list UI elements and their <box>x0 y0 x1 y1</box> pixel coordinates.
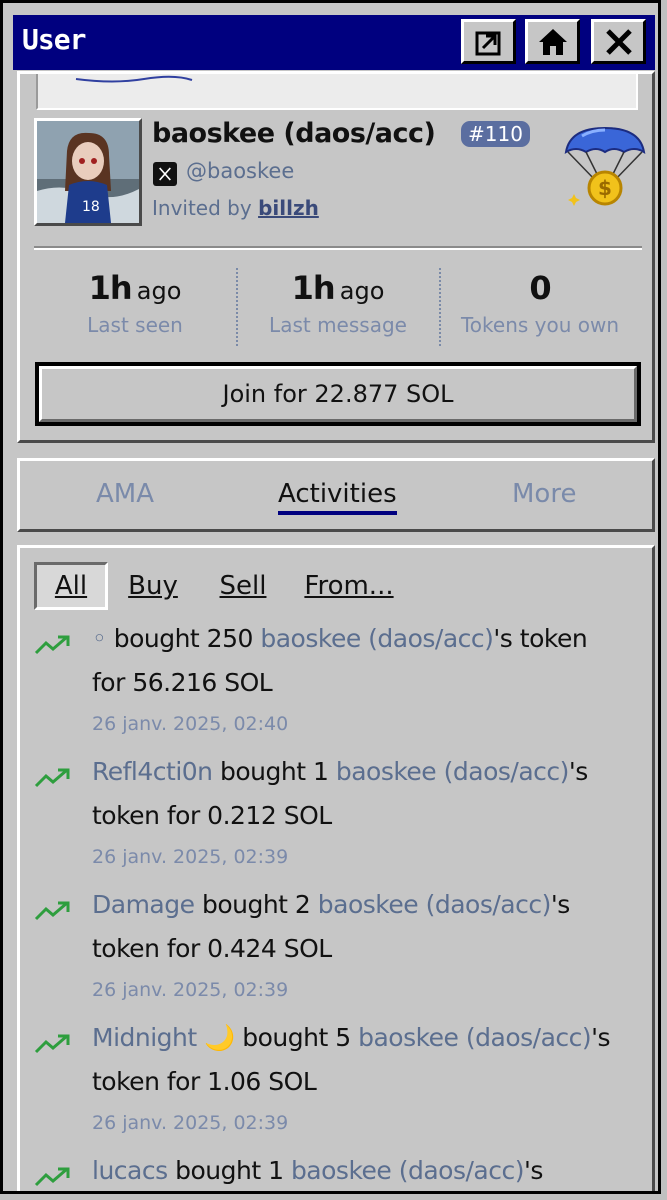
close-button[interactable] <box>591 19 646 64</box>
x-twitter-icon[interactable] <box>153 162 177 186</box>
filter-all[interactable]: All <box>34 562 108 610</box>
activity-actor[interactable]: lucacs <box>92 1156 168 1185</box>
join-button-label: Join for 22.877 SOL <box>39 366 637 422</box>
stat-tokens-owned: 0 Tokens you own <box>460 269 620 337</box>
profile-panel: 18 baoskee (daos/acc) #110 @baoskee Invi… <box>17 71 655 443</box>
stat-last-message: 1h ago Last message <box>269 269 407 337</box>
activity-target[interactable]: baoskee (daos/acc) <box>358 1023 592 1052</box>
home-icon <box>538 28 567 55</box>
activity-actor[interactable]: ◦ <box>92 624 107 653</box>
activity-timestamp: 26 janv. 2025, 02:40 <box>92 713 289 735</box>
tabs-bar: AMA Activities More <box>17 458 655 532</box>
tab-ama[interactable]: AMA <box>96 479 154 509</box>
close-icon <box>605 28 632 55</box>
home-button[interactable] <box>525 19 580 64</box>
trend-up-icon <box>34 768 70 788</box>
activity-actor[interactable]: Damage <box>92 890 195 919</box>
rank-badge: #110 <box>461 121 530 147</box>
inviter-link[interactable]: billzh <box>258 196 319 220</box>
activity-target[interactable]: baoskee (daos/acc) <box>291 1156 525 1185</box>
share-button[interactable] <box>461 19 516 64</box>
activity-target[interactable]: baoskee (daos/acc) <box>336 757 570 786</box>
title-bar[interactable]: User <box>13 15 655 70</box>
activity-feed-panel: All Buy Sell From... ◦ bought 250 baoske… <box>17 545 655 1191</box>
filter-from[interactable]: From... <box>304 562 394 610</box>
profile-banner <box>36 74 638 110</box>
profile-divider <box>34 246 642 250</box>
activity-target[interactable]: baoskee (daos/acc) <box>318 890 552 919</box>
activity-actor[interactable]: Refl4cti0n <box>92 757 213 786</box>
filter-buy[interactable]: Buy <box>118 562 188 610</box>
trend-up-icon <box>34 1167 70 1187</box>
activity-target[interactable]: baoskee (daos/acc) <box>260 624 494 653</box>
trend-up-icon <box>34 901 70 921</box>
filter-sell[interactable]: Sell <box>208 562 278 610</box>
svg-text:18: 18 <box>82 199 100 215</box>
tab-more[interactable]: More <box>512 479 576 509</box>
stat-last-seen: 1h ago Last seen <box>87 269 183 337</box>
svg-text:$: $ <box>598 176 612 200</box>
join-button[interactable]: Join for 22.877 SOL <box>35 362 641 426</box>
user-window: User 18 baoskee (daos/acc) #110 @baoskee… <box>0 0 661 1194</box>
avatar-image: 18 <box>37 121 139 223</box>
share-icon <box>475 31 500 55</box>
trend-up-icon <box>34 1034 70 1054</box>
trend-up-icon <box>34 635 70 655</box>
activity-timestamp: 26 janv. 2025, 02:39 <box>92 979 289 1001</box>
activity-actor[interactable]: Midnight 🌙 <box>92 1023 235 1052</box>
activity-timestamp: 26 janv. 2025, 02:39 <box>92 846 289 868</box>
tab-activities[interactable]: Activities <box>278 479 397 515</box>
invited-by-text: Invited by billzh <box>152 196 319 220</box>
window-title: User <box>22 23 86 56</box>
activity-timestamp: 26 janv. 2025, 02:39 <box>92 1112 289 1134</box>
profile-name: baoskee (daos/acc) <box>152 118 436 149</box>
twitter-handle[interactable]: @baoskee <box>186 159 294 183</box>
airdrop-parachute-icon: $ <box>564 126 646 206</box>
avatar[interactable]: 18 <box>34 118 142 226</box>
banner-scribble <box>75 75 193 83</box>
